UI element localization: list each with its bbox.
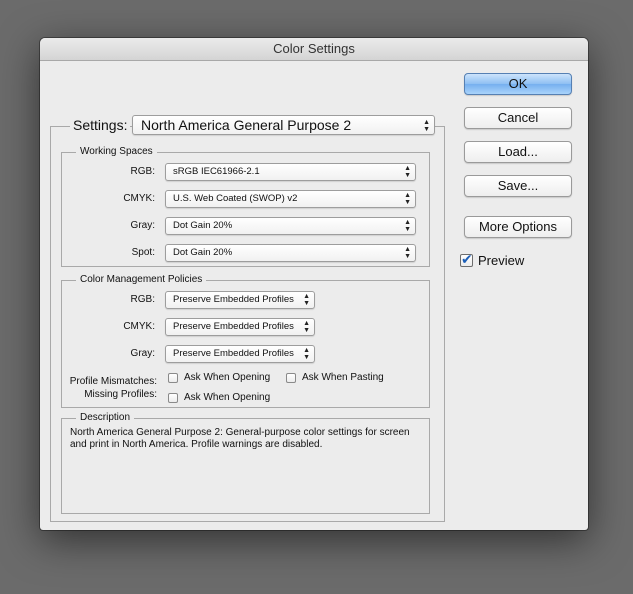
checkmark-icon: ✔ — [461, 251, 473, 267]
policy-cmyk-value: Preserve Embedded Profiles — [173, 321, 294, 332]
popup-arrows-icon: ▲ ▼ — [404, 219, 411, 233]
popup-arrows-icon: ▲ ▼ — [404, 165, 411, 179]
ask-when-opening-label: Ask When Opening — [184, 372, 271, 383]
settings-popup[interactable]: North America General Purpose 2 ▲ ▼ — [132, 115, 435, 135]
popup-arrows-icon: ▲ ▼ — [303, 293, 310, 307]
window-title: Color Settings — [40, 38, 588, 61]
ws-spot-value: Dot Gain 20% — [173, 247, 233, 258]
policy-rgb-value: Preserve Embedded Profiles — [173, 294, 294, 305]
more-options-button[interactable]: More Options — [464, 216, 572, 238]
ask-when-pasting-checkbox[interactable] — [286, 373, 296, 383]
missing-profiles-label: Missing Profiles: — [84, 389, 157, 400]
ws-rgb-popup[interactable]: sRGB IEC61966-2.1 ▲ ▼ — [165, 163, 416, 181]
policy-cmyk-popup[interactable]: Preserve Embedded Profiles ▲ ▼ — [165, 318, 315, 336]
ws-spot-label: Spot: — [131, 247, 155, 258]
profile-mismatches-label: Profile Mismatches: — [69, 376, 157, 387]
ws-cmyk-popup[interactable]: U.S. Web Coated (SWOP) v2 ▲ ▼ — [165, 190, 416, 208]
ws-rgb-label: RGB: — [130, 166, 155, 177]
working-spaces-legend: Working Spaces — [76, 146, 157, 158]
color-settings-dialog: Color Settings Settings: North America G… — [40, 38, 588, 530]
save-button[interactable]: Save... — [464, 175, 572, 197]
policy-rgb-label: RGB: — [130, 294, 155, 305]
ws-cmyk-label: CMYK: — [123, 193, 155, 204]
preview-checkbox[interactable]: ✔ — [460, 251, 473, 267]
policy-rgb-popup[interactable]: Preserve Embedded Profiles ▲ ▼ — [165, 291, 315, 309]
policy-gray-popup[interactable]: Preserve Embedded Profiles ▲ ▼ — [165, 345, 315, 363]
ok-button[interactable]: OK — [464, 73, 572, 95]
policy-cmyk-label: CMYK: — [123, 321, 155, 332]
policy-gray-value: Preserve Embedded Profiles — [173, 348, 294, 359]
popup-arrows-icon: ▲ ▼ — [303, 347, 310, 361]
description-legend: Description — [76, 412, 135, 424]
ws-gray-label: Gray: — [130, 220, 155, 231]
load-button[interactable]: Load... — [464, 141, 572, 163]
ws-gray-popup[interactable]: Dot Gain 20% ▲ ▼ — [165, 217, 416, 235]
ws-gray-value: Dot Gain 20% — [173, 220, 233, 231]
preview-label: Preview — [478, 253, 525, 268]
popup-arrows-icon: ▲ ▼ — [404, 192, 411, 206]
cancel-button[interactable]: Cancel — [464, 107, 572, 129]
ws-cmyk-value: U.S. Web Coated (SWOP) v2 — [173, 193, 298, 204]
missing-ask-when-opening-checkbox[interactable] — [168, 393, 178, 403]
settings-label: Settings: — [70, 117, 131, 134]
ws-spot-popup[interactable]: Dot Gain 20% ▲ ▼ — [165, 244, 416, 262]
popup-arrows-icon: ▲ ▼ — [423, 119, 430, 133]
popup-arrows-icon: ▲ ▼ — [404, 246, 411, 260]
policies-legend: Color Management Policies — [76, 274, 207, 286]
missing-ask-when-opening-label: Ask When Opening — [184, 392, 271, 403]
ask-when-pasting-label: Ask When Pasting — [302, 372, 384, 383]
ask-when-opening-checkbox[interactable] — [168, 373, 178, 383]
settings-popup-value: North America General Purpose 2 — [141, 117, 352, 133]
popup-arrows-icon: ▲ ▼ — [303, 320, 310, 334]
ws-rgb-value: sRGB IEC61966-2.1 — [173, 166, 260, 177]
policy-gray-label: Gray: — [130, 348, 155, 359]
description-text: North America General Purpose 2: General… — [70, 427, 410, 450]
